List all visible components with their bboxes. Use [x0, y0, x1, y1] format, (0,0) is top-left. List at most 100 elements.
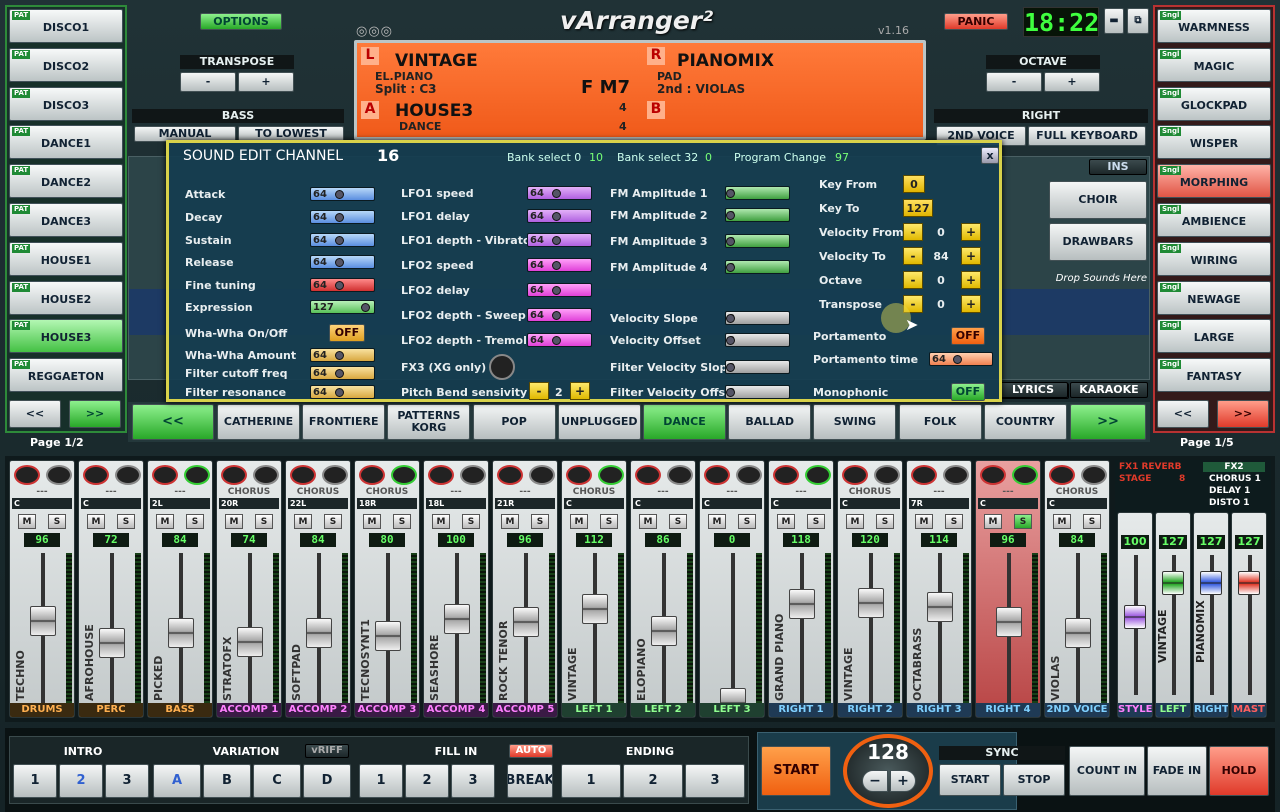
col1-slider[interactable]: 64 — [310, 210, 375, 224]
chorus-knob-icon[interactable] — [46, 465, 72, 485]
style-category-2[interactable]: FRONTIERE — [302, 404, 386, 440]
col3b-slider[interactable]: 0 — [725, 360, 790, 374]
master-fader[interactable] — [1238, 571, 1260, 595]
col2-slider[interactable]: 64 — [527, 233, 592, 247]
col2-slider[interactable]: 64 — [527, 283, 592, 297]
chorus-knob-icon[interactable] — [736, 465, 762, 485]
style-category-4[interactable]: POP — [472, 404, 556, 440]
mute-button[interactable]: M — [432, 514, 450, 529]
reverb-knob-icon[interactable] — [359, 465, 385, 485]
intro-3-button[interactable]: 3 — [105, 764, 149, 798]
ins-button[interactable]: INS — [1089, 159, 1147, 175]
right-pattern-7[interactable]: Sngl WIRING — [1157, 241, 1271, 276]
channel-pan[interactable]: 2L — [150, 498, 210, 509]
reverb-knob-icon[interactable] — [83, 465, 109, 485]
left-pattern-6[interactable]: PAT DANCE3 — [9, 203, 123, 237]
reverb-knob-icon[interactable] — [290, 465, 316, 485]
col2-slider[interactable]: 64 — [527, 186, 592, 200]
channel-pan[interactable]: 22L — [288, 498, 348, 509]
solo-button[interactable]: S — [255, 514, 273, 529]
stepper-minus-button[interactable]: - — [903, 223, 923, 241]
reverb-knob-icon[interactable] — [497, 465, 523, 485]
right-pattern-6[interactable]: Sngl AMBIENCE — [1157, 203, 1271, 237]
col1b-slider[interactable]: 64 — [310, 348, 375, 362]
volume-fader[interactable] — [996, 607, 1022, 637]
portamento-toggle[interactable]: OFF — [951, 327, 985, 345]
col3-slider[interactable]: 0 — [725, 208, 790, 222]
col1-slider[interactable]: 127 — [310, 300, 375, 314]
channel-pan[interactable]: C — [840, 498, 900, 509]
col3b-slider[interactable]: 0 — [725, 385, 790, 399]
right-next-button[interactable]: >> — [1217, 400, 1269, 428]
fill-3-button[interactable]: 3 — [451, 764, 495, 798]
solo-button[interactable]: S — [945, 514, 963, 529]
ending-3-button[interactable]: 3 — [685, 764, 745, 798]
col1b-slider[interactable]: 64 — [310, 385, 375, 399]
pitch-minus-button[interactable]: - — [529, 382, 549, 400]
lyrics-tab[interactable]: LYRICS — [998, 382, 1068, 398]
right-pattern-5[interactable]: Sngl MORPHING — [1157, 164, 1271, 199]
mute-button[interactable]: M — [225, 514, 243, 529]
fx2-item[interactable]: DELAY 1 — [1209, 486, 1250, 496]
volume-fader[interactable] — [1065, 618, 1091, 648]
portamento-time-slider[interactable]: 64 — [929, 352, 993, 366]
wha-onoff-toggle[interactable]: OFF — [329, 324, 365, 342]
key-from-value[interactable]: 0 — [903, 175, 925, 193]
chorus-knob-icon[interactable] — [805, 465, 831, 485]
solo-button[interactable]: S — [669, 514, 687, 529]
left-pattern-1[interactable]: PAT DISCO1 — [9, 9, 123, 43]
volume-fader[interactable] — [858, 588, 884, 618]
sync-start-button[interactable]: START — [939, 764, 1001, 796]
style-category-3[interactable]: PATTERNS KORG — [387, 404, 471, 440]
chorus-knob-icon[interactable] — [874, 465, 900, 485]
chorus-knob-icon[interactable] — [184, 465, 210, 485]
left-pattern-8[interactable]: PAT HOUSE2 — [9, 280, 123, 315]
stepper-plus-button[interactable]: + — [961, 271, 981, 289]
fill-1-button[interactable]: 1 — [359, 764, 403, 798]
solo-button[interactable]: S — [117, 514, 135, 529]
monophonic-toggle[interactable]: OFF — [951, 383, 985, 401]
variation-b-button[interactable]: B — [203, 764, 251, 798]
chorus-knob-icon[interactable] — [253, 465, 279, 485]
col2-slider[interactable]: 64 — [527, 333, 592, 347]
right-prev-button[interactable]: << — [1157, 400, 1209, 428]
reverb-knob-icon[interactable] — [221, 465, 247, 485]
volume-fader[interactable] — [375, 621, 401, 651]
channel-pan[interactable]: 7R — [909, 498, 969, 509]
volume-fader[interactable] — [168, 618, 194, 648]
style-category-8[interactable]: SWING — [813, 404, 897, 440]
style-next-button[interactable]: >> — [1070, 404, 1146, 440]
left-pattern-10[interactable]: PAT REGGAETON — [9, 358, 123, 393]
octave-plus-button[interactable]: + — [1044, 72, 1100, 92]
volume-fader[interactable] — [30, 606, 56, 636]
start-button[interactable]: START — [761, 746, 831, 796]
mute-button[interactable]: M — [294, 514, 312, 529]
transpose-minus-button[interactable]: - — [180, 72, 236, 92]
mute-button[interactable]: M — [708, 514, 726, 529]
right-pattern-3[interactable]: Sngl GLOCKPAD — [1157, 86, 1271, 121]
volume-fader[interactable] — [306, 618, 332, 648]
col2-slider[interactable]: 64 — [527, 258, 592, 272]
solo-button[interactable]: S — [876, 514, 894, 529]
solo-button[interactable]: S — [807, 514, 825, 529]
solo-button[interactable]: S — [600, 514, 618, 529]
col3-slider[interactable]: 0 — [725, 186, 790, 200]
hold-button[interactable]: HOLD — [1209, 746, 1269, 796]
reverb-knob-icon[interactable] — [1049, 465, 1075, 485]
reverb-knob-icon[interactable] — [842, 465, 868, 485]
solo-button[interactable]: S — [186, 514, 204, 529]
channel-pan[interactable]: 18L — [426, 498, 486, 509]
solo-button[interactable]: S — [393, 514, 411, 529]
options-button[interactable]: OPTIONS — [200, 13, 282, 30]
mute-button[interactable]: M — [570, 514, 588, 529]
channel-pan[interactable]: 20R — [219, 498, 279, 509]
chorus-knob-icon[interactable] — [667, 465, 693, 485]
stepper-minus-button[interactable]: - — [903, 271, 923, 289]
key-to-value[interactable]: 127 — [903, 199, 933, 217]
chorus-knob-icon[interactable] — [598, 465, 624, 485]
col3-slider[interactable]: 0 — [725, 234, 790, 248]
volume-fader[interactable] — [444, 604, 470, 634]
channel-pan[interactable]: 21R — [495, 498, 555, 509]
channel-pan[interactable]: C — [702, 498, 762, 509]
volume-fader[interactable] — [99, 628, 125, 658]
